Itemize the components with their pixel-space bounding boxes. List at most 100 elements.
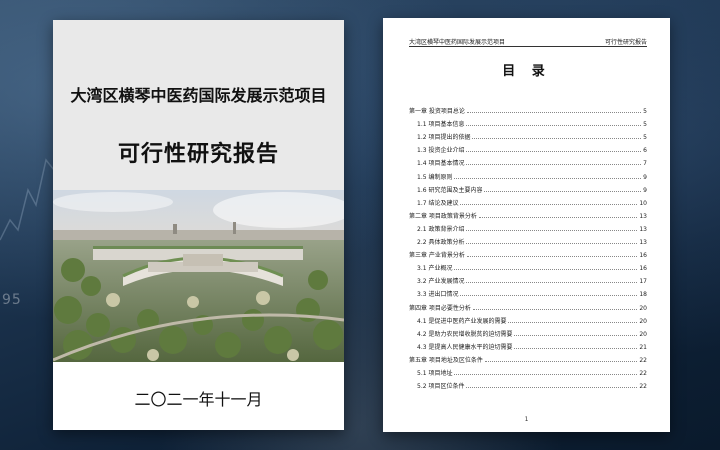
toc-section-entry: 4.1 是促进中医药产业发展的需要 20 bbox=[409, 312, 647, 325]
toc-entry-label: 5.2 项目区位条件 bbox=[417, 383, 465, 391]
cover-subtitle: 可行性研究报告 bbox=[117, 142, 279, 167]
toc-entry-label: 4.2 是助力农民增收脱贫的迫切需要 bbox=[417, 330, 513, 338]
toc-entry-page: 20 bbox=[639, 317, 647, 325]
toc-entry-page: 16 bbox=[639, 252, 647, 260]
toc-entry-label: 第二章 项目政策背景分析 bbox=[409, 212, 477, 220]
toc-entry-page: 22 bbox=[639, 383, 647, 391]
toc-entry-label: 第三章 产业背景分析 bbox=[409, 252, 465, 260]
toc-chapter-entry: 第三章 产业背景分析 16 bbox=[409, 246, 647, 259]
toc-entry-label: 3.1 产业概况 bbox=[417, 265, 453, 273]
toc-entry-label: 3.3 进出口情况 bbox=[417, 291, 459, 299]
toc-entry-label: 4.1 是促进中医药产业发展的需要 bbox=[417, 317, 507, 325]
toc-entry-page: 10 bbox=[639, 199, 647, 207]
toc-entry-label: 3.2 产业发展情况 bbox=[417, 278, 465, 286]
toc-leader-dots bbox=[484, 190, 642, 192]
background-number: 95 bbox=[2, 292, 22, 308]
toc-entry-page: 13 bbox=[639, 239, 647, 247]
toc-chapter-entry: 第四章 项目必要性分析 20 bbox=[409, 298, 647, 312]
toc-leader-dots bbox=[508, 321, 638, 323]
toc-leader-dots bbox=[514, 347, 638, 349]
toc-entry-label: 1.5 编制原则 bbox=[417, 173, 453, 181]
toc-section-entry: 1.4 项目基本情况 7 bbox=[409, 154, 647, 167]
toc-entry-page: 5 bbox=[643, 108, 647, 116]
toc-chapter-entry: 第五章 项目地址及区位条件 22 bbox=[409, 351, 647, 364]
toc-leader-dots bbox=[460, 203, 638, 205]
toc-chapter-entry: 第一章 投资项目总论 5 bbox=[409, 102, 647, 115]
toc-leader-dots bbox=[478, 216, 638, 218]
toc-section-entry: 4.3 是提高人民健康水平的迫切需要 21 bbox=[409, 338, 647, 351]
toc-entry-label: 第五章 项目地址及区位条件 bbox=[409, 356, 483, 364]
toc-section-entry: 1.7 结论及建议 10 bbox=[409, 194, 647, 207]
toc-running-header: 大湾区横琴中医药国际发展示范项目 可行性研究报告 bbox=[409, 36, 647, 47]
cover-date: 二〇二一年十一月 bbox=[134, 390, 263, 409]
toc-leader-dots bbox=[466, 111, 642, 114]
report-cover-page: 大湾区横琴中医药国际发展示范项目 可行性研究报告 二〇二一年十一月 bbox=[53, 20, 344, 430]
table-of-contents-page: 大湾区横琴中医药国际发展示范项目 可行性研究报告 目 录 第一章 投资项目总论 5… bbox=[383, 18, 670, 432]
toc-leader-dots bbox=[466, 281, 638, 284]
toc-header-right: 可行性研究报告 bbox=[604, 39, 647, 46]
toc-entry-label: 2.1 政策背景介绍 bbox=[417, 225, 465, 233]
toc-section-entry: 1.2 项目提出的依据 5 bbox=[409, 128, 647, 141]
toc-section-entry: 2.2 具体政策分析 13 bbox=[409, 233, 647, 246]
toc-title: 目 录 bbox=[502, 64, 551, 79]
background-chart-decoration bbox=[0, 158, 59, 241]
toc-entry-page: 9 bbox=[643, 173, 647, 181]
toc-leader-dots bbox=[454, 373, 638, 375]
toc-leader-dots bbox=[460, 294, 638, 297]
toc-list: 第一章 投资项目总论 5 1.1 项目基本信息 5 1.2 项目提出的依据 5 1.3 投资… bbox=[409, 102, 647, 390]
toc-entry-page: 21 bbox=[639, 343, 647, 351]
toc-section-entry: 1.6 研究范围及主要内容 9 bbox=[409, 181, 647, 194]
toc-section-entry: 3.1 产业概况 16 bbox=[409, 259, 647, 272]
toc-entry-page: 17 bbox=[639, 278, 647, 286]
toc-page-number: 1 bbox=[524, 416, 529, 423]
toc-leader-dots bbox=[454, 177, 642, 179]
toc-entry-page: 13 bbox=[639, 225, 647, 233]
toc-entry-label: 1.7 结论及建议 bbox=[417, 199, 459, 207]
toc-leader-dots bbox=[466, 386, 638, 389]
toc-section-entry: 1.1 项目基本信息 5 bbox=[409, 115, 647, 128]
toc-entry-label: 第四章 项目必要性分析 bbox=[409, 304, 471, 312]
toc-section-entry: 3.2 产业发展情况 17 bbox=[409, 272, 647, 285]
toc-leader-dots bbox=[466, 242, 638, 245]
toc-leader-dots bbox=[466, 255, 638, 258]
toc-entry-label: 第一章 投资项目总论 bbox=[409, 108, 465, 116]
toc-section-entry: 4.2 是助力农民增收脱贫的迫切需要 20 bbox=[409, 325, 647, 338]
cover-title: 大湾区横琴中医药国际发展示范项目 bbox=[70, 86, 327, 105]
cover-architecture-image bbox=[53, 190, 344, 362]
toc-entry-page: 7 bbox=[643, 160, 647, 168]
toc-entry-page: 9 bbox=[643, 186, 647, 194]
toc-leader-dots bbox=[466, 150, 642, 153]
toc-entry-page: 5 bbox=[643, 134, 647, 142]
toc-entry-page: 22 bbox=[639, 356, 647, 364]
toc-entry-page: 6 bbox=[643, 147, 647, 155]
toc-leader-dots bbox=[466, 229, 638, 231]
toc-leader-dots bbox=[472, 308, 638, 310]
toc-entry-page: 13 bbox=[639, 212, 647, 220]
toc-entry-label: 1.6 研究范围及主要内容 bbox=[417, 186, 483, 194]
toc-section-entry: 5.1 项目地址 22 bbox=[409, 364, 647, 377]
toc-leader-dots bbox=[472, 137, 642, 140]
toc-entry-label: 4.3 是提高人民健康水平的迫切需要 bbox=[417, 343, 513, 351]
toc-chapter-entry: 第二章 项目政策背景分析 13 bbox=[409, 207, 647, 220]
toc-entry-label: 1.1 项目基本信息 bbox=[417, 121, 465, 129]
toc-entry-label: 1.3 投资企业介绍 bbox=[417, 147, 465, 155]
toc-entry-page: 20 bbox=[639, 304, 647, 312]
toc-entry-label: 2.2 具体政策分析 bbox=[417, 239, 465, 247]
toc-entry-label: 1.2 项目提出的依据 bbox=[417, 134, 471, 142]
toc-entry-label: 5.1 项目地址 bbox=[417, 369, 453, 377]
toc-leader-dots bbox=[466, 124, 642, 127]
toc-entry-page: 20 bbox=[639, 330, 647, 338]
toc-leader-dots bbox=[466, 163, 642, 166]
toc-leader-dots bbox=[484, 360, 638, 362]
toc-section-entry: 1.3 投资企业介绍 6 bbox=[409, 141, 647, 154]
toc-entry-page: 5 bbox=[643, 121, 647, 129]
toc-entry-page: 16 bbox=[639, 265, 647, 273]
toc-leader-dots bbox=[454, 268, 638, 271]
toc-entry-label: 1.4 项目基本情况 bbox=[417, 160, 465, 168]
toc-header-left: 大湾区横琴中医药国际发展示范项目 bbox=[409, 39, 506, 46]
toc-section-entry: 3.3 进出口情况 18 bbox=[409, 285, 647, 298]
toc-entry-page: 18 bbox=[639, 291, 647, 299]
toc-section-entry: 5.2 项目区位条件 22 bbox=[409, 377, 647, 390]
toc-entry-page: 22 bbox=[639, 369, 647, 377]
toc-leader-dots bbox=[514, 334, 638, 336]
